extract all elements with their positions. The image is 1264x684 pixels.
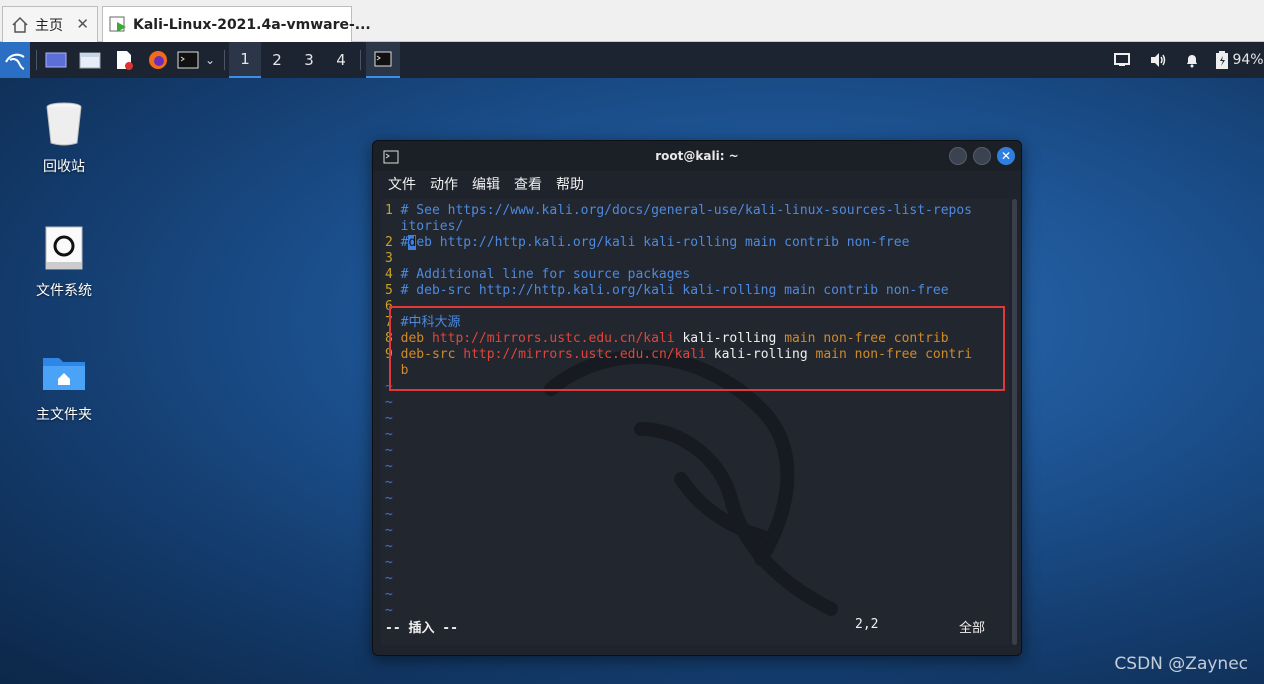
panel-separator [36, 50, 37, 70]
kali-logo-icon [5, 53, 25, 70]
code-line: # See https://www.kali.org/docs/general-… [400, 203, 973, 218]
empty-line-marker: ~ [385, 539, 393, 554]
top-panel: ⌄ 1 2 3 4 94% [0, 42, 1264, 78]
desktop-icon-filesystem[interactable]: 文件系统 [14, 224, 114, 300]
terminal-icon [374, 51, 392, 67]
vim-status-line: -- 插入 -- 2,2 全部 [385, 617, 1005, 636]
empty-line-marker: ~ [385, 395, 393, 410]
code-line: # deb-src http://http.kali.org/kali kali… [400, 283, 949, 298]
home-folder-icon [40, 348, 88, 396]
desktop-icon [45, 52, 67, 68]
empty-line-marker: ~ [385, 507, 393, 522]
close-icon[interactable]: ✕ [76, 15, 89, 33]
desktop-icon-home[interactable]: 主文件夹 [14, 348, 114, 424]
display-icon[interactable] [1110, 42, 1134, 78]
home-icon [9, 14, 31, 36]
volume-icon[interactable] [1146, 42, 1170, 78]
maximize-button[interactable] [973, 147, 991, 165]
panel-separator [224, 50, 225, 70]
workspace-2[interactable]: 2 [261, 42, 293, 78]
taskbar-terminal-window[interactable] [366, 42, 400, 78]
menu-bar: 文件 动作 编辑 查看 帮助 [373, 171, 1021, 197]
tab-home[interactable]: 主页 ✕ [2, 6, 98, 42]
file-manager-button[interactable] [76, 45, 104, 75]
bell-icon[interactable] [1180, 42, 1204, 78]
menu-help[interactable]: 帮助 [556, 174, 584, 194]
battery-icon[interactable] [1212, 42, 1232, 78]
status-mode: -- 插入 -- [385, 621, 458, 636]
battery-percent: 94% [1232, 52, 1264, 68]
terminal-screen[interactable]: 1 # See https://www.kali.org/docs/genera… [381, 199, 1009, 645]
code-line: # Additional line for source packages [400, 267, 691, 282]
terminal-icon [177, 51, 199, 69]
status-cursor-position: 2,2 [855, 617, 879, 632]
code-text: eb http://http.kali.org/kali kali-rollin… [416, 235, 910, 250]
tab-vm[interactable]: Kali-Linux-2021.4a-vmware-... [102, 6, 371, 42]
window-title: root@kali: ~ [655, 149, 739, 163]
menu-file[interactable]: 文件 [388, 174, 416, 194]
workspace-1[interactable]: 1 [229, 42, 261, 78]
empty-line-marker: ~ [385, 443, 393, 458]
close-icon: ✕ [1000, 149, 1012, 163]
desktop-icon-trash[interactable]: 回收站 [14, 100, 114, 176]
minimize-button[interactable] [949, 147, 967, 165]
status-scroll-percent: 全部 [959, 621, 986, 636]
firefox-icon [149, 51, 167, 69]
line-number: 3 [385, 251, 393, 266]
line-number: 4 [385, 267, 393, 282]
folder-icon [79, 52, 101, 69]
drive-icon [40, 224, 88, 272]
line-number: 2 [385, 235, 393, 250]
empty-line-marker: ~ [385, 475, 393, 490]
empty-line-marker: ~ [385, 491, 393, 506]
title-bar[interactable]: root@kali: ~ ✕ [373, 141, 1021, 171]
empty-line-marker: ~ [385, 411, 393, 426]
workspace-3[interactable]: 3 [293, 42, 325, 78]
empty-line-marker: ~ [385, 555, 393, 570]
desktop-icon-label: 回收站 [43, 159, 85, 175]
terminal-window[interactable]: root@kali: ~ ✕ 文件 动作 编辑 查看 帮助 1 # See ht… [372, 140, 1022, 656]
desktop-icon-label: 文件系统 [36, 283, 92, 299]
scrollbar[interactable] [1012, 199, 1017, 645]
empty-line-marker: ~ [385, 523, 393, 538]
firefox-button[interactable] [144, 45, 172, 75]
empty-line-marker: ~ [385, 571, 393, 586]
vim-buffer: 1 # See https://www.kali.org/docs/genera… [385, 203, 972, 619]
kali-menu-button[interactable] [0, 42, 30, 78]
empty-line-marker: ~ [385, 603, 393, 618]
empty-line-marker: ~ [385, 587, 393, 602]
line-number: 5 [385, 283, 393, 298]
terminal-launcher-button[interactable] [176, 45, 200, 75]
show-desktop-button[interactable] [42, 45, 70, 75]
panel-separator [360, 50, 361, 70]
vm-play-icon [109, 14, 129, 36]
vmware-tab-strip: 主页 ✕ Kali-Linux-2021.4a-vmware-... [0, 0, 1264, 42]
menu-view[interactable]: 查看 [514, 174, 542, 194]
code-line: itories/ [400, 219, 464, 234]
empty-line-marker: ~ [385, 459, 393, 474]
text-editor-icon [117, 51, 133, 70]
trash-icon [40, 100, 88, 148]
menu-action[interactable]: 动作 [430, 174, 458, 194]
menu-edit[interactable]: 编辑 [472, 174, 500, 194]
workspace-4[interactable]: 4 [325, 42, 357, 78]
line-number: 1 [385, 203, 393, 218]
close-button[interactable]: ✕ [997, 147, 1015, 165]
highlight-box [389, 306, 1005, 391]
text-editor-button[interactable] [110, 45, 138, 75]
watermark: CSDN @Zaynec [1114, 654, 1248, 674]
chevron-down-icon[interactable]: ⌄ [202, 45, 218, 75]
desktop-icon-label: 主文件夹 [36, 407, 92, 423]
empty-line-marker: ~ [385, 427, 393, 442]
tab-vm-label: Kali-Linux-2021.4a-vmware-... [133, 16, 371, 33]
tab-home-label: 主页 [35, 17, 63, 34]
